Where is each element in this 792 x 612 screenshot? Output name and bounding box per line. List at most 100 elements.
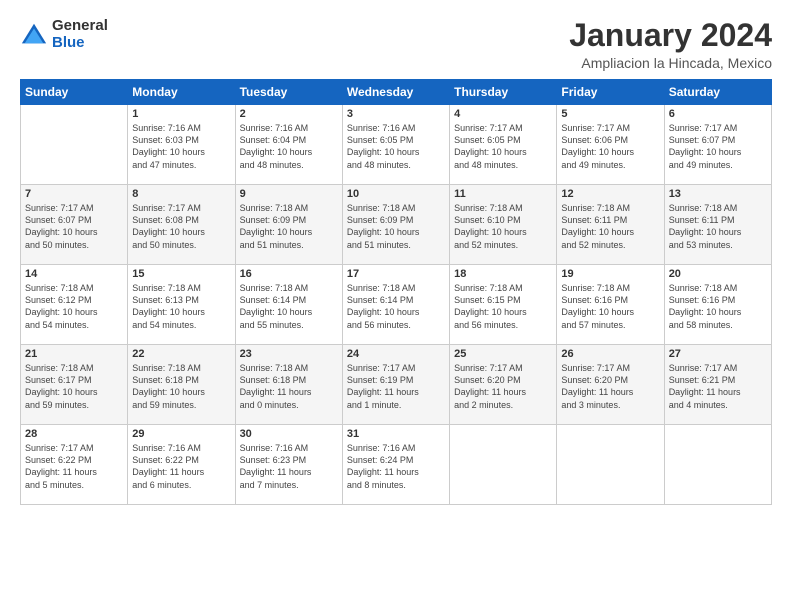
day-info: Sunrise: 7:18 AM Sunset: 6:11 PM Dayligh… — [669, 202, 767, 251]
day-info: Sunrise: 7:17 AM Sunset: 6:08 PM Dayligh… — [132, 202, 230, 251]
day-number: 23 — [240, 348, 338, 360]
day-number: 21 — [25, 348, 123, 360]
day-number: 26 — [561, 348, 659, 360]
calendar-cell: 31 Sunrise: 7:16 AM Sunset: 6:24 PM Dayli… — [342, 425, 449, 505]
day-number: 6 — [669, 108, 767, 120]
calendar-cell: 14 Sunrise: 7:18 AM Sunset: 6:12 PM Dayli… — [21, 265, 128, 345]
day-number: 15 — [132, 268, 230, 280]
day-number: 27 — [669, 348, 767, 360]
col-thursday: Thursday — [450, 80, 557, 105]
day-number: 30 — [240, 428, 338, 440]
day-number: 20 — [669, 268, 767, 280]
calendar-cell: 15Sunrise: 7:18 AM Sunset: 6:13 PM Dayli… — [128, 265, 235, 345]
header: General Blue January 2024 Ampliacion la … — [20, 18, 772, 71]
calendar-cell: 25 Sunrise: 7:17 AM Sunset: 6:20 PM Dayli… — [450, 345, 557, 425]
main-title: January 2024 — [569, 18, 772, 53]
day-info: Sunrise: 7:17 AM Sunset: 6:19 PM Dayligh… — [347, 362, 445, 411]
day-info: Sunrise: 7:16 AM Sunset: 6:24 PM Dayligh… — [347, 442, 445, 491]
day-number: 29 — [132, 428, 230, 440]
day-info: Sunrise: 7:18 AM Sunset: 6:16 PM Dayligh… — [561, 282, 659, 331]
day-number: 17 — [347, 268, 445, 280]
day-info: Sunrise: 7:18 AM Sunset: 6:14 PM Dayligh… — [347, 282, 445, 331]
day-info: Sunrise: 7:16 AM Sunset: 6:23 PM Dayligh… — [240, 442, 338, 491]
day-number: 19 — [561, 268, 659, 280]
day-number: 10 — [347, 188, 445, 200]
day-info: Sunrise: 7:18 AM Sunset: 6:16 PM Dayligh… — [669, 282, 767, 331]
calendar-week-3: 14 Sunrise: 7:18 AM Sunset: 6:12 PM Dayli… — [21, 265, 772, 345]
day-info: Sunrise: 7:16 AM Sunset: 6:22 PM Dayligh… — [132, 442, 230, 491]
calendar-cell: 29 Sunrise: 7:16 AM Sunset: 6:22 PM Dayli… — [128, 425, 235, 505]
calendar-cell: 2Sunrise: 7:16 AM Sunset: 6:04 PM Daylig… — [235, 105, 342, 185]
day-number: 5 — [561, 108, 659, 120]
calendar-cell: 6 Sunrise: 7:17 AM Sunset: 6:07 PM Daylig… — [664, 105, 771, 185]
col-tuesday: Tuesday — [235, 80, 342, 105]
day-number: 14 — [25, 268, 123, 280]
subtitle: Ampliacion la Hincada, Mexico — [569, 55, 772, 71]
calendar-cell: 5 Sunrise: 7:17 AM Sunset: 6:06 PM Daylig… — [557, 105, 664, 185]
calendar-cell: 9Sunrise: 7:18 AM Sunset: 6:09 PM Daylig… — [235, 185, 342, 265]
calendar-cell: 21 Sunrise: 7:18 AM Sunset: 6:17 PM Dayli… — [21, 345, 128, 425]
logo-text: General Blue — [52, 18, 108, 51]
calendar-week-4: 21 Sunrise: 7:18 AM Sunset: 6:17 PM Dayli… — [21, 345, 772, 425]
day-number: 31 — [347, 428, 445, 440]
logo-blue: Blue — [52, 35, 108, 52]
day-info: Sunrise: 7:18 AM Sunset: 6:17 PM Dayligh… — [25, 362, 123, 411]
calendar-cell: 13 Sunrise: 7:18 AM Sunset: 6:11 PM Dayli… — [664, 185, 771, 265]
day-number: 28 — [25, 428, 123, 440]
day-number: 24 — [347, 348, 445, 360]
calendar-cell: 17 Sunrise: 7:18 AM Sunset: 6:14 PM Dayli… — [342, 265, 449, 345]
calendar-cell: 18Sunrise: 7:18 AM Sunset: 6:15 PM Dayli… — [450, 265, 557, 345]
calendar-cell: 8Sunrise: 7:17 AM Sunset: 6:08 PM Daylig… — [128, 185, 235, 265]
day-number: 7 — [25, 188, 123, 200]
day-info: Sunrise: 7:18 AM Sunset: 6:10 PM Dayligh… — [454, 202, 552, 251]
calendar-week-5: 28 Sunrise: 7:17 AM Sunset: 6:22 PM Dayli… — [21, 425, 772, 505]
day-info: Sunrise: 7:17 AM Sunset: 6:07 PM Dayligh… — [25, 202, 123, 251]
day-info: Sunrise: 7:18 AM Sunset: 6:09 PM Dayligh… — [347, 202, 445, 251]
calendar-cell: 3 Sunrise: 7:16 AM Sunset: 6:05 PM Daylig… — [342, 105, 449, 185]
day-number: 12 — [561, 188, 659, 200]
calendar-cell: 24 Sunrise: 7:17 AM Sunset: 6:19 PM Dayli… — [342, 345, 449, 425]
calendar-cell: 11 Sunrise: 7:18 AM Sunset: 6:10 PM Dayli… — [450, 185, 557, 265]
day-info: Sunrise: 7:18 AM Sunset: 6:18 PM Dayligh… — [240, 362, 338, 411]
logo: General Blue — [20, 18, 108, 51]
calendar-cell: 23 Sunrise: 7:18 AM Sunset: 6:18 PM Dayli… — [235, 345, 342, 425]
day-number: 3 — [347, 108, 445, 120]
day-info: Sunrise: 7:17 AM Sunset: 6:21 PM Dayligh… — [669, 362, 767, 411]
day-number: 1 — [132, 108, 230, 120]
day-info: Sunrise: 7:18 AM Sunset: 6:12 PM Dayligh… — [25, 282, 123, 331]
calendar-cell: 12 Sunrise: 7:18 AM Sunset: 6:11 PM Dayli… — [557, 185, 664, 265]
calendar-cell: 19 Sunrise: 7:18 AM Sunset: 6:16 PM Dayli… — [557, 265, 664, 345]
col-saturday: Saturday — [664, 80, 771, 105]
day-info: Sunrise: 7:17 AM Sunset: 6:05 PM Dayligh… — [454, 122, 552, 171]
logo-icon — [20, 21, 48, 49]
page: General Blue January 2024 Ampliacion la … — [0, 0, 792, 612]
day-info: Sunrise: 7:17 AM Sunset: 6:22 PM Dayligh… — [25, 442, 123, 491]
day-number: 13 — [669, 188, 767, 200]
day-info: Sunrise: 7:17 AM Sunset: 6:06 PM Dayligh… — [561, 122, 659, 171]
day-number: 16 — [240, 268, 338, 280]
col-sunday: Sunday — [21, 80, 128, 105]
day-info: Sunrise: 7:16 AM Sunset: 6:03 PM Dayligh… — [132, 122, 230, 171]
col-friday: Friday — [557, 80, 664, 105]
day-info: Sunrise: 7:16 AM Sunset: 6:05 PM Dayligh… — [347, 122, 445, 171]
day-info: Sunrise: 7:18 AM Sunset: 6:14 PM Dayligh… — [240, 282, 338, 331]
calendar-cell — [557, 425, 664, 505]
title-block: January 2024 Ampliacion la Hincada, Mexi… — [569, 18, 772, 71]
calendar-cell: 1 Sunrise: 7:16 AM Sunset: 6:03 PM Daylig… — [128, 105, 235, 185]
calendar-cell: 30 Sunrise: 7:16 AM Sunset: 6:23 PM Dayli… — [235, 425, 342, 505]
calendar-cell — [21, 105, 128, 185]
calendar-cell: 4Sunrise: 7:17 AM Sunset: 6:05 PM Daylig… — [450, 105, 557, 185]
day-info: Sunrise: 7:17 AM Sunset: 6:20 PM Dayligh… — [454, 362, 552, 411]
day-number: 25 — [454, 348, 552, 360]
calendar-week-1: 1 Sunrise: 7:16 AM Sunset: 6:03 PM Daylig… — [21, 105, 772, 185]
calendar-cell: 22Sunrise: 7:18 AM Sunset: 6:18 PM Dayli… — [128, 345, 235, 425]
calendar: Sunday Monday Tuesday Wednesday Thursday… — [20, 79, 772, 505]
day-info: Sunrise: 7:17 AM Sunset: 6:07 PM Dayligh… — [669, 122, 767, 171]
calendar-cell — [664, 425, 771, 505]
day-number: 11 — [454, 188, 552, 200]
day-info: Sunrise: 7:18 AM Sunset: 6:11 PM Dayligh… — [561, 202, 659, 251]
col-wednesday: Wednesday — [342, 80, 449, 105]
calendar-cell: 26Sunrise: 7:17 AM Sunset: 6:20 PM Dayli… — [557, 345, 664, 425]
day-number: 2 — [240, 108, 338, 120]
logo-general: General — [52, 18, 108, 35]
